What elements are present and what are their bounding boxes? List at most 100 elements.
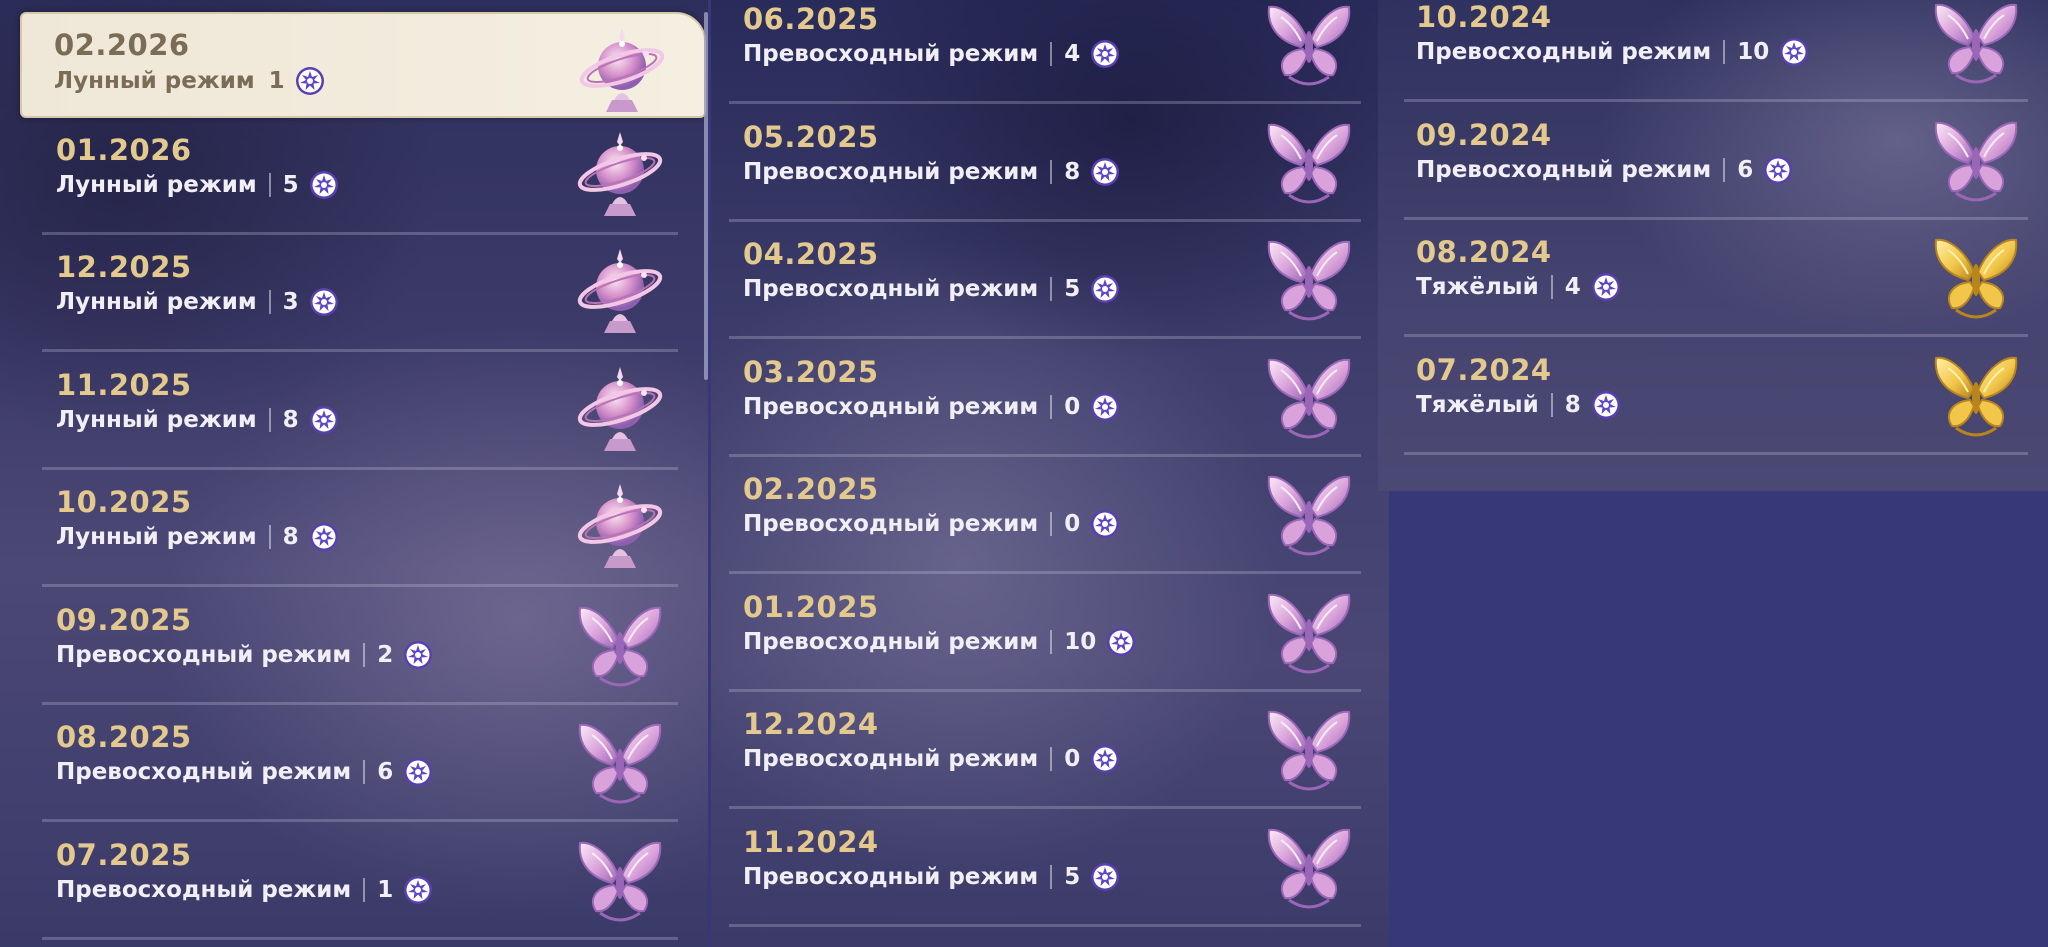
separator — [1050, 394, 1053, 419]
record-mode: Лунный режим — [56, 289, 257, 315]
separator — [255, 69, 269, 93]
pink-butterfly-emblem-icon — [1261, 465, 1357, 561]
record-mode-line: Превосходный режим 5 — [743, 274, 1120, 304]
abyss-star-icon — [309, 170, 338, 199]
record-date: 02.2026 — [54, 28, 190, 62]
star-count: 0 — [1064, 511, 1081, 537]
row-divider — [1404, 451, 2028, 455]
abyss-record-row[interactable]: 06.2025 Превосходный режим 4 — [711, 0, 1389, 104]
abyss-star-icon — [295, 67, 324, 95]
abyss-star-icon — [1091, 40, 1120, 68]
star-count: 8 — [282, 524, 299, 550]
separator — [363, 877, 366, 902]
abyss-record-row[interactable]: 12.2025 Лунный режим 3 — [0, 235, 708, 352]
abyss-record-row[interactable]: 11.2024 Превосходный режим 5 — [711, 810, 1389, 927]
record-date: 12.2024 — [743, 707, 879, 741]
abyss-record-row[interactable]: 10.2025 Лунный режим 8 — [0, 470, 708, 587]
record-mode: Тяжёлый — [1416, 274, 1539, 300]
star-count: 4 — [1064, 41, 1081, 67]
star-count: 8 — [1564, 391, 1581, 418]
star-count: 1 — [377, 876, 394, 903]
record-mode: Превосходный режим — [743, 746, 1039, 772]
lunar-orb-emblem-icon — [572, 243, 668, 339]
abyss-record-row[interactable]: 05.2025 Превосходный режим 8 — [711, 105, 1389, 222]
record-date: 01.2025 — [743, 589, 879, 624]
record-mode-line: Лунный режим 3 — [56, 287, 339, 317]
abyss-record-row[interactable]: 02.2026 Лунный режим 1 — [20, 12, 706, 118]
record-date: 03.2025 — [743, 354, 879, 389]
record-date: 10.2025 — [56, 485, 192, 519]
abyss-record-row[interactable]: 09.2024 Превосходный режим 6 — [1378, 103, 2048, 220]
record-list-column-3: 10.2024 Превосходный режим 10 09.2024 Пр… — [1378, 0, 2048, 491]
star-count: 1 — [268, 68, 285, 94]
star-count: 5 — [1064, 276, 1081, 302]
abyss-record-row[interactable]: 07.2025 Превосходный режим 1 — [0, 823, 708, 940]
separator — [363, 642, 366, 667]
star-count: 10 — [1064, 628, 1097, 655]
record-mode: Превосходный режим — [56, 876, 352, 903]
record-mode: Превосходный режим — [743, 628, 1039, 655]
record-mode: Лунный режим — [56, 171, 257, 198]
lunar-orb-emblem-icon — [572, 361, 668, 457]
abyss-record-row[interactable]: 11.2025 Лунный режим 8 — [0, 353, 708, 470]
record-mode: Превосходный режим — [56, 641, 352, 668]
record-mode-line: Превосходный режим 8 — [743, 157, 1120, 187]
abyss-star-icon — [1091, 745, 1120, 773]
abyss-record-row[interactable]: 01.2025 Превосходный режим 10 — [711, 575, 1389, 692]
record-mode-line: Превосходный режим 0 — [743, 509, 1120, 539]
abyss-record-row[interactable]: 07.2024 Тяжёлый 8 — [1378, 338, 2048, 455]
abyss-record-row[interactable]: 08.2024 Тяжёлый 4 — [1378, 220, 2048, 337]
pink-butterfly-emblem-icon — [1261, 230, 1357, 326]
star-count: 8 — [1064, 158, 1081, 185]
pink-butterfly-emblem-icon — [1261, 583, 1357, 679]
record-date: 08.2025 — [56, 720, 192, 754]
abyss-record-row[interactable]: 10.2024 Превосходный режим 10 — [1378, 0, 2048, 102]
pink-butterfly-emblem-icon — [1261, 818, 1357, 914]
record-mode-line: Тяжёлый 8 — [1416, 390, 1621, 420]
record-mode: Лунный режим — [54, 68, 255, 94]
abyss-record-row[interactable]: 12.2024 Превосходный режим 0 — [711, 692, 1389, 809]
pink-butterfly-emblem-icon — [1928, 111, 2024, 207]
pink-butterfly-emblem-icon — [1261, 348, 1357, 444]
record-mode-line: Превосходный режим 10 — [743, 627, 1136, 657]
abyss-star-icon — [1091, 392, 1120, 421]
lunar-orb-emblem-icon — [572, 478, 668, 574]
record-date: 07.2024 — [1416, 352, 1552, 387]
separator — [268, 172, 271, 197]
abyss-star-icon — [1764, 155, 1793, 184]
record-mode: Превосходный режим — [743, 393, 1039, 420]
row-divider — [729, 923, 1361, 927]
pink-butterfly-emblem-icon — [572, 831, 668, 927]
abyss-record-row[interactable]: 02.2025 Превосходный режим 0 — [711, 457, 1389, 574]
star-count: 3 — [282, 289, 299, 315]
pink-butterfly-emblem-icon — [1261, 700, 1357, 796]
abyss-star-icon — [309, 523, 338, 551]
record-date: 06.2025 — [743, 2, 879, 36]
abyss-record-row[interactable]: 01.2026 Лунный режим 5 — [0, 118, 708, 235]
row-divider — [42, 936, 678, 940]
gold-butterfly-emblem-icon — [1928, 346, 2024, 442]
record-mode-line: Превосходный режим 10 — [1416, 37, 1809, 67]
record-list-column-1: 02.2026 Лунный режим 1 01.2026 Лунный ре… — [0, 0, 708, 947]
star-count: 2 — [377, 641, 394, 668]
record-mode: Превосходный режим — [1416, 39, 1712, 65]
record-date: 01.2026 — [56, 132, 192, 167]
separator — [1050, 42, 1053, 66]
record-date: 12.2025 — [56, 250, 192, 284]
abyss-star-icon — [1591, 273, 1620, 301]
record-date: 02.2025 — [743, 472, 879, 506]
abyss-record-row[interactable]: 08.2025 Превосходный режим 6 — [0, 705, 708, 822]
pink-butterfly-emblem-icon — [572, 596, 668, 692]
abyss-record-row[interactable]: 09.2025 Превосходный режим 2 — [0, 588, 708, 705]
record-mode: Превосходный режим — [56, 759, 352, 785]
record-mode-line: Лунный режим 5 — [56, 170, 339, 200]
pink-butterfly-emblem-icon — [1261, 113, 1357, 209]
separator — [1050, 629, 1053, 654]
record-mode-line: Превосходный режим 0 — [743, 392, 1120, 422]
abyss-record-row[interactable]: 03.2025 Превосходный режим 0 — [711, 340, 1389, 457]
record-mode-line: Превосходный режим 1 — [56, 875, 433, 905]
abyss-record-row[interactable]: 04.2025 Превосходный режим 5 — [711, 222, 1389, 339]
record-list-column-2: 06.2025 Превосходный режим 4 05.2025 Пре… — [711, 0, 1389, 947]
separator — [1050, 512, 1053, 536]
scrollbar[interactable] — [704, 12, 708, 380]
